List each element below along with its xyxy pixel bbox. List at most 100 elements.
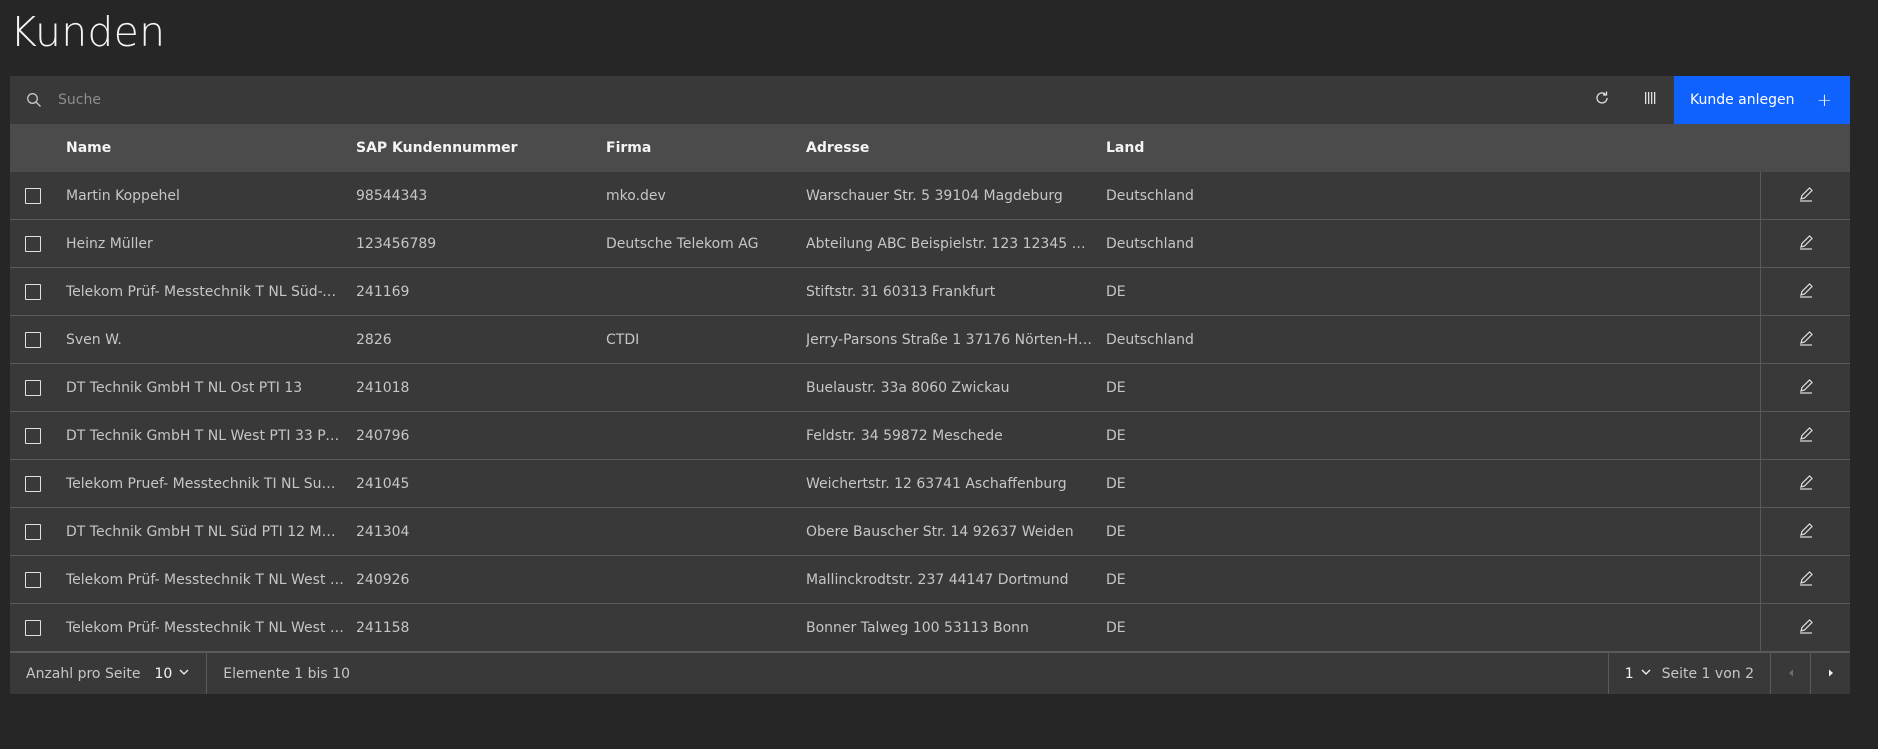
edit-icon (1798, 474, 1814, 494)
caret-left-icon (1786, 666, 1796, 682)
cell-adresse: Buelaustr. 33a 8060 Zwickau (806, 379, 1010, 396)
cell-land: Deutschland (1106, 235, 1194, 252)
cell-adresse: Warschauer Str. 5 39104 Magdeburg (806, 187, 1063, 204)
row-checkbox[interactable] (25, 571, 41, 588)
edit-button[interactable] (1760, 604, 1850, 651)
row-checkbox[interactable] (25, 379, 41, 396)
cell-land: DE (1106, 283, 1126, 300)
cell-adresse: Weichertstr. 12 63741 Aschaffenburg (806, 475, 1067, 492)
cell-sap: 241304 (356, 523, 410, 540)
edit-icon (1798, 618, 1814, 638)
plus-icon: + (1816, 89, 1832, 111)
table-row[interactable]: Telekom Prüf- Messtechnik T NL West AY..… (10, 604, 1850, 652)
edit-button[interactable] (1760, 364, 1850, 411)
edit-icon (1798, 570, 1814, 590)
cell-name: Telekom Prüf- Messtechnik T NL West AY..… (66, 619, 356, 636)
page-select[interactable]: 1 (1607, 653, 1662, 694)
page-value: 1 (1624, 665, 1634, 682)
page-of-text: Seite 1 von 2 (1661, 665, 1754, 682)
customer-table-container: Kunde anlegen + Name SAP Kundennummer Fi… (10, 76, 1850, 694)
edit-icon (1798, 282, 1814, 302)
per-page-select[interactable]: 10 (154, 653, 208, 694)
edit-button[interactable] (1760, 460, 1850, 507)
create-customer-label: Kunde anlegen (1690, 92, 1795, 108)
cell-firma: Deutsche Telekom AG (606, 235, 759, 252)
edit-button[interactable] (1760, 508, 1850, 555)
edit-button[interactable] (1760, 316, 1850, 363)
table-row[interactable]: DT Technik GmbH T NL West PTI 33 Popra..… (10, 412, 1850, 460)
chevron-down-icon (1640, 666, 1652, 682)
table-header: Name SAP Kundennummer Firma Adresse Land (10, 124, 1850, 172)
edit-icon (1798, 234, 1814, 254)
caret-right-icon (1826, 666, 1836, 682)
per-page-label: Anzahl pro Seite (26, 665, 141, 682)
table-row[interactable]: DT Technik GmbH T NL Süd PTI 12 MATTH...… (10, 508, 1850, 556)
cell-sap: 240796 (356, 427, 410, 444)
table-row[interactable]: Heinz Müller 123456789 Deutsche Telekom … (10, 220, 1850, 268)
per-page-value: 10 (154, 665, 173, 682)
edit-button[interactable] (1760, 268, 1850, 315)
edit-icon (1798, 522, 1814, 542)
row-checkbox[interactable] (25, 283, 41, 300)
cell-adresse: Abteilung ABC Beispielstr. 123 12345 Blu… (806, 235, 1106, 252)
cell-land: Deutschland (1106, 331, 1194, 348)
next-page-button[interactable] (1810, 653, 1850, 694)
edit-button[interactable] (1760, 412, 1850, 459)
table-row[interactable]: Telekom Pruef- Messtechnik TI NL Sued, P… (10, 460, 1850, 508)
row-checkbox[interactable] (25, 187, 41, 204)
row-checkbox[interactable] (25, 427, 41, 444)
cell-firma: CTDI (606, 331, 640, 348)
pagination: Anzahl pro Seite 10 Elemente 1 bis 10 1 … (10, 652, 1850, 694)
row-checkbox[interactable] (25, 619, 41, 636)
row-checkbox[interactable] (25, 523, 41, 540)
refresh-button[interactable] (1578, 76, 1626, 124)
refresh-icon (1594, 90, 1610, 110)
previous-page-button[interactable] (1770, 653, 1810, 694)
cell-land: DE (1106, 379, 1126, 396)
row-checkbox[interactable] (25, 331, 41, 348)
range-text: Elemente 1 bis 10 (223, 665, 350, 682)
cell-adresse: Stiftstr. 31 60313 Frankfurt (806, 283, 996, 300)
cell-sap: 241045 (356, 475, 410, 492)
edit-button[interactable] (1760, 172, 1850, 219)
table-toolbar: Kunde anlegen + (10, 76, 1850, 124)
cell-land: DE (1106, 427, 1126, 444)
cell-name: Martin Koppehel (66, 187, 180, 204)
cell-firma: mko.dev (606, 187, 666, 204)
table-row[interactable]: Telekom Prüf- Messtechnik T NL Süd-Wes..… (10, 268, 1850, 316)
table-row[interactable]: DT Technik GmbH T NL Ost PTI 13 241018 B… (10, 364, 1850, 412)
header-sap[interactable]: SAP Kundennummer (356, 140, 606, 156)
table-row[interactable]: Telekom Prüf- Messtechnik T NL West And.… (10, 556, 1850, 604)
edit-icon (1798, 330, 1814, 350)
cell-adresse: Bonner Talweg 100 53113 Bonn (806, 619, 1029, 636)
search-input[interactable] (58, 76, 1578, 124)
edit-button[interactable] (1760, 556, 1850, 603)
table-row[interactable]: Martin Koppehel 98544343 mko.dev Warscha… (10, 172, 1850, 220)
cell-land: DE (1106, 475, 1126, 492)
row-checkbox[interactable] (25, 475, 41, 492)
cell-land: Deutschland (1106, 187, 1194, 204)
header-actions (1760, 124, 1850, 172)
search-icon (10, 76, 58, 124)
create-customer-button[interactable]: Kunde anlegen + (1674, 76, 1850, 124)
page-title: Kunden (10, 8, 166, 56)
row-checkbox[interactable] (25, 235, 41, 252)
cell-land: DE (1106, 619, 1126, 636)
cell-land: DE (1106, 523, 1126, 540)
header-adresse[interactable]: Adresse (806, 140, 1106, 156)
cell-name: DT Technik GmbH T NL Ost PTI 13 (66, 379, 303, 396)
header-firma[interactable]: Firma (606, 140, 806, 156)
chevron-down-icon (178, 666, 190, 682)
cell-adresse: Obere Bauscher Str. 14 92637 Weiden (806, 523, 1074, 540)
cell-sap: 2826 (356, 331, 392, 348)
cell-name: Telekom Pruef- Messtechnik TI NL Sued, P… (66, 475, 356, 492)
column-settings-button[interactable] (1626, 76, 1674, 124)
header-land[interactable]: Land (1106, 140, 1760, 156)
table-row[interactable]: Sven W. 2826 CTDI Jerry-Parsons Straße 1… (10, 316, 1850, 364)
edit-icon (1798, 378, 1814, 398)
table-body: Martin Koppehel 98544343 mko.dev Warscha… (10, 172, 1850, 652)
cell-name: Sven W. (66, 331, 122, 348)
header-name[interactable]: Name (56, 140, 356, 156)
cell-name: DT Technik GmbH T NL Süd PTI 12 MATTH... (66, 523, 356, 540)
edit-button[interactable] (1760, 220, 1850, 267)
